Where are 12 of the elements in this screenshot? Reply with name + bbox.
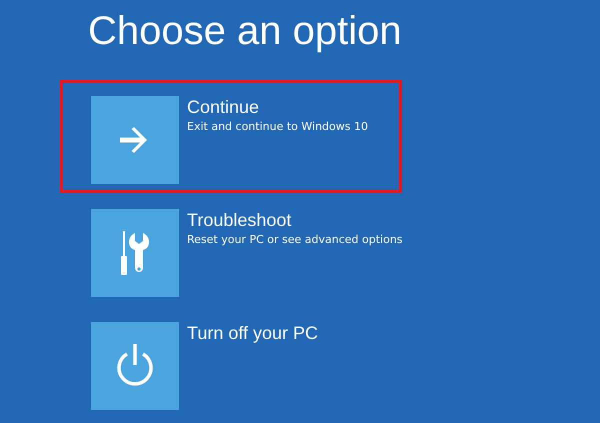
power-icon bbox=[115, 344, 155, 388]
option-button[interactable]: Troubleshoot Reset your PC or see advanced options bbox=[60, 193, 402, 306]
option-description: Exit and continue to Windows 10 bbox=[187, 119, 368, 135]
option-label: Continue bbox=[187, 96, 260, 118]
arrow-icon bbox=[120, 127, 150, 153]
option-button[interactable]: Continue Exit and continue to Windows 10 bbox=[60, 80, 402, 193]
tools-icon bbox=[120, 231, 150, 275]
option-description: Reset your PC or see advanced options bbox=[187, 232, 403, 248]
option-label: Troubleshoot bbox=[187, 209, 292, 231]
option-button[interactable]: Turn off your PC bbox=[60, 306, 402, 419]
option-label: Turn off your PC bbox=[187, 322, 318, 344]
page-title: Choose an option bbox=[87, 8, 403, 55]
